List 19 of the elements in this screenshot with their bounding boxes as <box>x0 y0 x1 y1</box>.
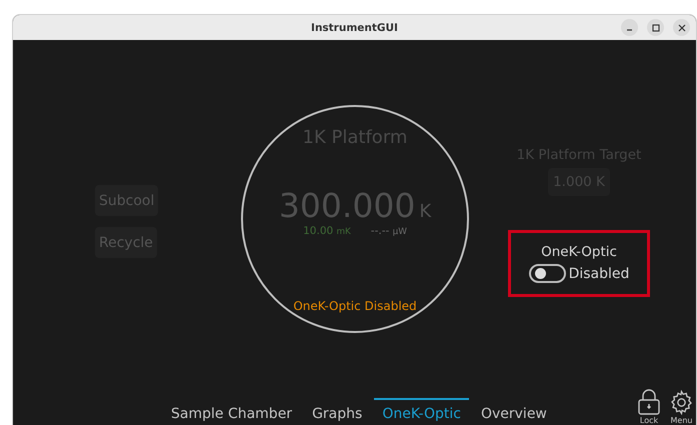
toggle-switch[interactable] <box>528 264 566 283</box>
optic-label: OneK-Optic <box>541 244 617 260</box>
lock-button[interactable]: Lock <box>637 389 661 425</box>
tab[interactable]: Sample Chamber <box>163 398 300 425</box>
maximize-button[interactable] <box>647 19 664 36</box>
window-title: InstrumentGUI <box>311 22 398 34</box>
reading: --.-- µW <box>370 225 407 237</box>
tab[interactable]: Graphs <box>304 398 370 425</box>
toggle-label: Disabled <box>568 266 630 282</box>
lock-icon <box>637 389 661 415</box>
close-icon <box>678 24 686 32</box>
maximize-icon <box>652 24 660 32</box>
status-text: OneK-Optic Disabled <box>293 299 417 313</box>
tab[interactable]: Overview <box>472 398 555 425</box>
reading: 10.00 mK <box>303 225 351 237</box>
menu-button[interactable]: Menu <box>669 390 694 425</box>
tab[interactable]: OneK-Optic <box>374 398 469 425</box>
close-button[interactable] <box>673 19 690 36</box>
settings-icon <box>669 390 694 415</box>
